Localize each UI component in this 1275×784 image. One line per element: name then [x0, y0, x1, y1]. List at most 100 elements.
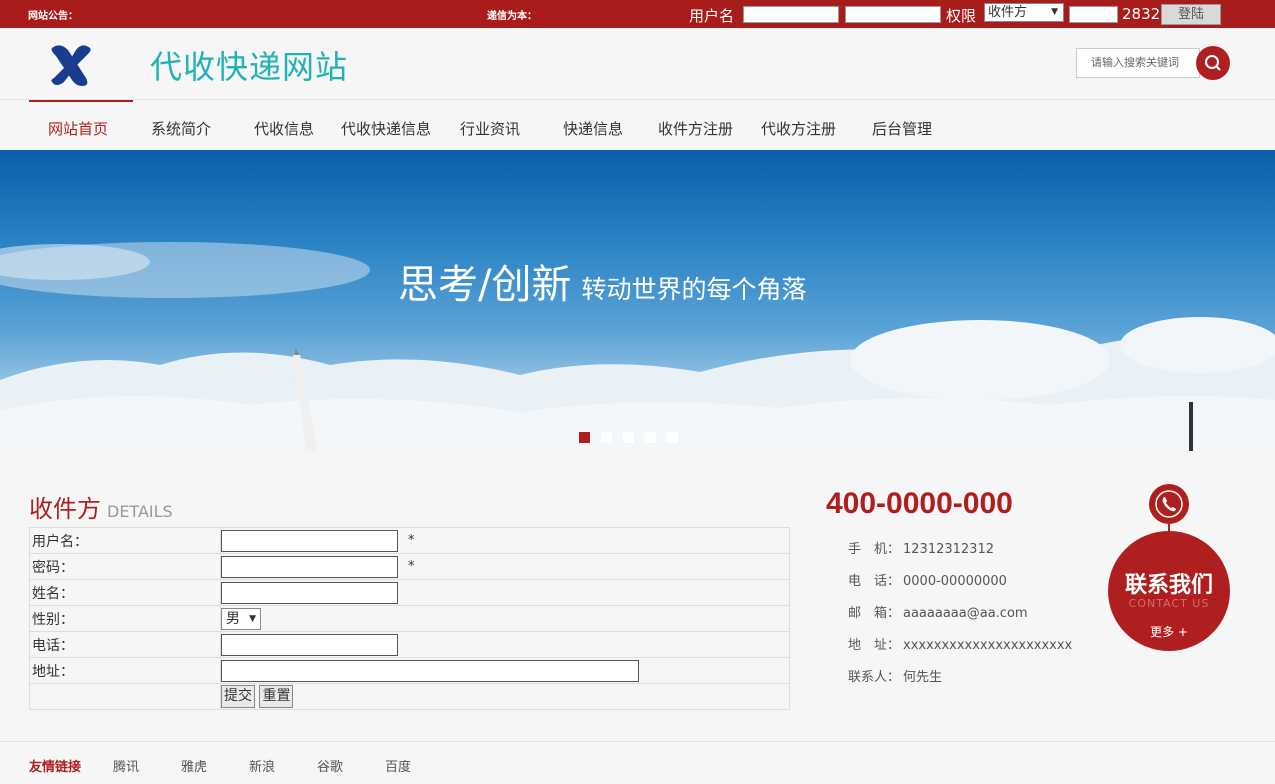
username-field[interactable]	[221, 529, 398, 552]
search-button[interactable]	[1196, 46, 1230, 80]
top-bar: 网站公告： 递信为本： 用户名 权限 收件方 ▼ 2832 登陆	[0, 0, 1275, 28]
carousel-dots	[579, 428, 689, 447]
nav-item-recipient-register[interactable]: 收件方注册	[658, 118, 733, 139]
required-mark: *	[408, 533, 415, 548]
reset-button[interactable]: 重置	[259, 685, 294, 708]
address-field-label: 地址：	[29, 657, 221, 684]
contact-tel-label: 电 话：	[848, 574, 901, 589]
top-username-input[interactable]	[743, 6, 839, 23]
contact-tel: 电 话： 0000-00000000	[848, 570, 1072, 602]
nav-item-collector-register[interactable]: 代收方注册	[761, 118, 836, 139]
permission-label: 权限	[946, 7, 977, 25]
friend-link-tencent[interactable]: 腾讯	[113, 756, 139, 775]
site-logo-icon[interactable]	[46, 40, 96, 90]
contact-mobile-value: 12312312312	[903, 542, 994, 557]
top-password-input[interactable]	[845, 6, 941, 23]
site-header: 代收快递网站 请输入搜索关键词	[0, 28, 1275, 100]
phone-field-label: 电话：	[29, 631, 221, 658]
carousel-dot-3[interactable]	[623, 432, 634, 443]
contact-address-value: xxxxxxxxxxxxxxxxxxxxxx	[903, 638, 1073, 653]
banner-slogan: 思考/创新 转动世界的每个角落	[398, 252, 807, 310]
name-field-label: 姓名：	[29, 579, 221, 606]
username-label: 用户名	[689, 7, 735, 25]
contact-address-label: 地 址：	[848, 638, 901, 653]
form-row-gender: 性别： 男 ▼	[29, 605, 790, 632]
gender-field-label: 性别：	[29, 605, 221, 632]
contact-address: 地 址： xxxxxxxxxxxxxxxxxxxxxx	[848, 634, 1072, 666]
chevron-down-icon: ▼	[1051, 7, 1058, 17]
gender-value: 男	[226, 610, 240, 627]
phone-circle	[1149, 484, 1189, 524]
contact-person-label: 联系人：	[848, 670, 901, 685]
contact-email-label: 邮 箱：	[848, 606, 901, 621]
banner-slogan-main: 思考/创新	[398, 262, 572, 308]
gender-select[interactable]: 男 ▼	[221, 607, 261, 630]
form-title: 收件方 DETAILS	[29, 489, 173, 524]
address-field[interactable]	[221, 659, 639, 682]
form-title-text: 收件方	[29, 495, 101, 523]
notice-label: 网站公告：	[28, 11, 78, 22]
hotline-number: 400-0000-000	[826, 487, 1013, 520]
nav-item-intro[interactable]: 系统简介	[151, 118, 211, 139]
welcome-label: 递信为本：	[487, 11, 537, 22]
contact-email: 邮 箱： aaaaaaaa@aa.com	[848, 602, 1072, 634]
form-row-address: 地址：	[29, 657, 790, 684]
search-input[interactable]: 请输入搜索关键词	[1076, 48, 1200, 78]
submit-button[interactable]: 提交	[221, 685, 255, 708]
carousel-dot-1[interactable]	[579, 432, 590, 443]
carousel-dot-2[interactable]	[601, 432, 612, 443]
badge-subtitle: CONTACT US	[1128, 597, 1210, 610]
nav-item-express-info[interactable]: 快递信息	[563, 118, 623, 139]
contact-email-value: aaaaaaaa@aa.com	[903, 606, 1028, 621]
contact-us-circle: 联系我们 CONTACT US 更多 +	[1108, 531, 1230, 651]
contact-us-badge[interactable]: 联系我们 CONTACT US 更多 +	[1108, 484, 1233, 654]
nav-active-indicator	[29, 100, 133, 102]
friend-link-sina[interactable]: 新浪	[249, 756, 275, 775]
form-row-username: 用户名： *	[29, 527, 790, 554]
form-row-password: 密码： *	[29, 553, 790, 580]
name-field[interactable]	[221, 581, 398, 604]
nav-item-collect-info[interactable]: 代收信息	[254, 118, 314, 139]
carousel-dot-5[interactable]	[667, 432, 678, 443]
captcha-code: 2832	[1122, 5, 1161, 23]
password-field-label: 密码：	[29, 553, 221, 580]
captcha-input[interactable]	[1069, 6, 1118, 23]
chevron-down-icon: ▼	[249, 613, 256, 624]
more-link[interactable]: 更多 +	[1108, 623, 1230, 640]
form-row-name: 姓名：	[29, 579, 790, 606]
badge-title: 联系我们	[1124, 573, 1213, 598]
login-button[interactable]: 登陆	[1161, 4, 1221, 25]
contact-info: 手 机： 12312312312 电 话： 0000-00000000 邮 箱： aa…	[848, 538, 1072, 698]
form-title-en: DETAILS	[107, 502, 173, 521]
permission-value: 收件方	[988, 5, 1028, 20]
permission-select[interactable]: 收件方 ▼	[984, 3, 1064, 22]
search-icon	[1205, 55, 1221, 71]
nav-item-admin[interactable]: 后台管理	[872, 118, 932, 139]
nav-item-industry-news[interactable]: 行业资讯	[460, 118, 520, 139]
contact-person-value: 何先生	[903, 670, 943, 685]
friend-link-yahoo[interactable]: 雅虎	[181, 756, 207, 775]
registration-form: 用户名： * 密码： * 姓名： 性别： 男 ▼ 电话： 地址： 提交 重置	[29, 527, 790, 710]
contact-mobile: 手 机： 12312312312	[848, 538, 1072, 570]
form-row-phone: 电话：	[29, 631, 790, 658]
nav-item-collect-express-info[interactable]: 代收快递信息	[341, 118, 431, 139]
friend-links-heading: 友情链接	[29, 760, 82, 775]
site-title: 代收快递网站	[150, 48, 349, 86]
required-mark: *	[408, 559, 415, 574]
hero-banner: 思考/创新 转动世界的每个角落	[0, 150, 1275, 451]
banner-slogan-sub: 转动世界的每个角落	[581, 275, 807, 304]
main-content: 收件方 DETAILS 用户名： * 密码： * 姓名： 性别： 男 ▼ 电话： 地…	[0, 451, 1275, 741]
carousel-dot-4[interactable]	[645, 432, 656, 443]
contact-person: 联系人： 何先生	[848, 666, 1072, 698]
main-nav: 网站首页 系统简介 代收信息 代收快递信息 行业资讯 快递信息 收件方注册 代收…	[0, 99, 1275, 150]
password-field[interactable]	[221, 555, 398, 578]
phone-field[interactable]	[221, 633, 398, 656]
friend-link-google[interactable]: 谷歌	[317, 756, 343, 775]
nav-item-home[interactable]: 网站首页	[48, 118, 108, 139]
username-field-label: 用户名：	[29, 527, 221, 554]
contact-mobile-label: 手 机：	[848, 542, 901, 557]
phone-icon	[1155, 490, 1183, 518]
friend-links: 友情链接 腾讯 雅虎 新浪 谷歌 百度	[0, 741, 1275, 784]
contact-tel-value: 0000-00000000	[903, 574, 1007, 589]
friend-link-baidu[interactable]: 百度	[385, 756, 411, 775]
